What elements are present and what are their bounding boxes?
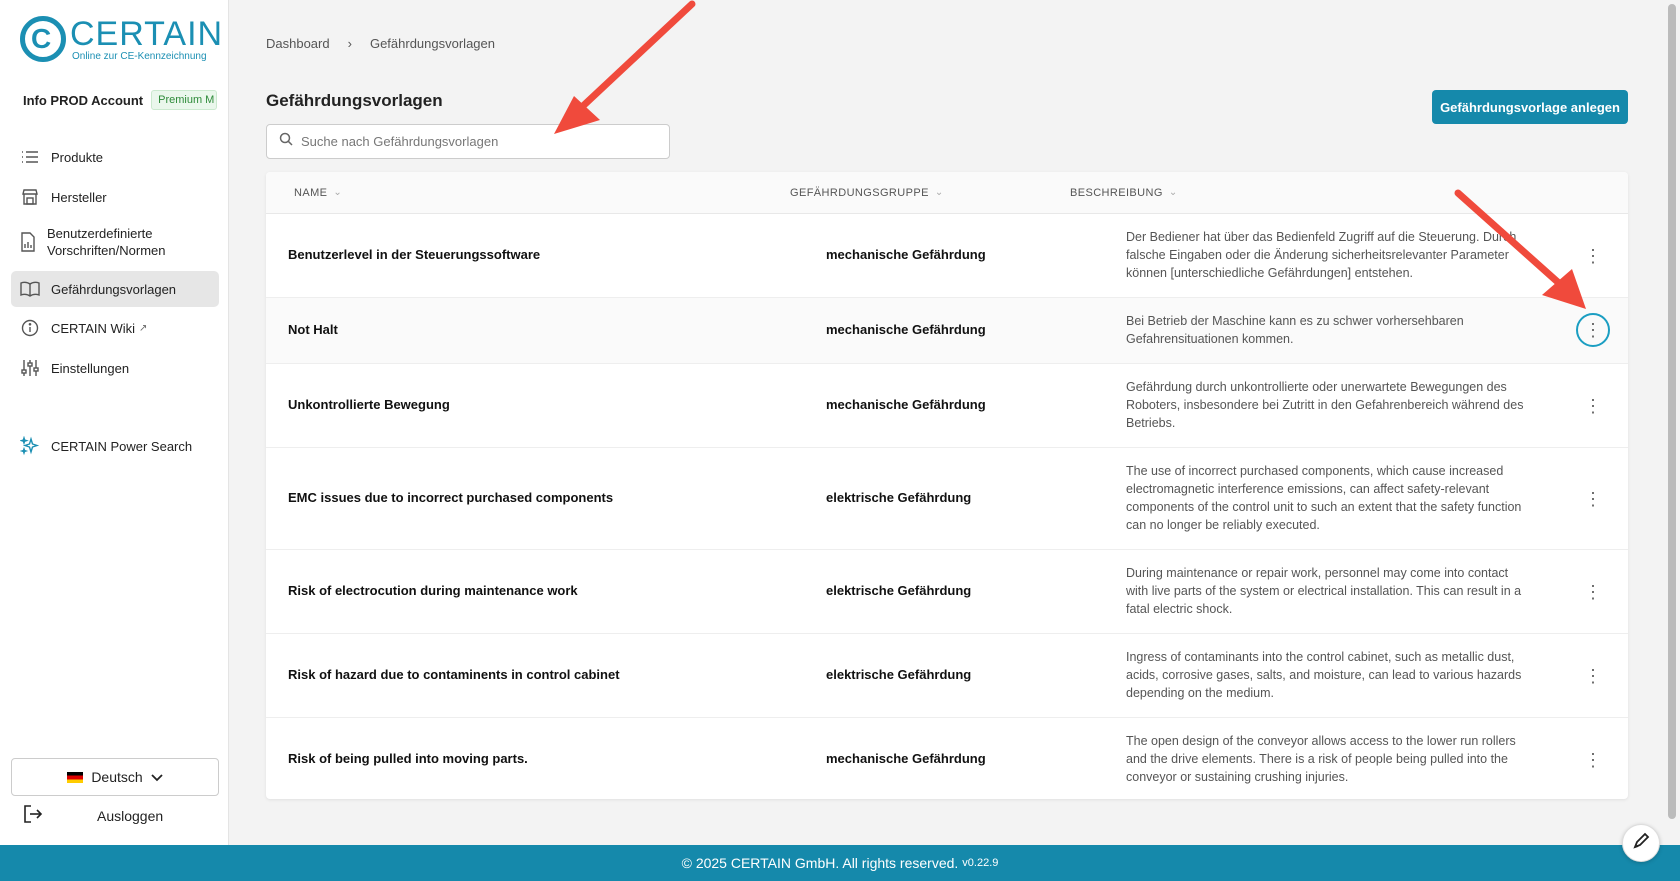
breadcrumb: Dashboard › Gefährdungsvorlagen <box>266 36 495 51</box>
row-menu-icon[interactable]: ⋮ <box>1576 482 1610 516</box>
list-icon <box>20 147 40 167</box>
feedback-button[interactable] <box>1622 824 1660 862</box>
table-row[interactable]: EMC issues due to incorrect purchased co… <box>266 448 1628 550</box>
document-icon <box>20 232 36 252</box>
store-icon <box>20 187 40 207</box>
language-label: Deutsch <box>91 769 143 785</box>
account-info: Info PROD Account Premium M <box>23 90 218 110</box>
footer-version: v0.22.9 <box>962 857 999 869</box>
sidebar-item-produkte[interactable]: Produkte <box>11 138 219 176</box>
row-description: Ingress of contaminants into the control… <box>1126 650 1522 700</box>
sidebar-item-vorschriften[interactable]: Benutzerdefinierte Vorschriften/Normen <box>11 218 219 266</box>
page-scrollbar[interactable] <box>1668 4 1676 819</box>
book-icon <box>20 279 40 299</box>
sidebar-item-hersteller[interactable]: Hersteller <box>11 178 219 216</box>
sidebar-item-gefaehrdungsvorlagen[interactable]: Gefährdungsvorlagen <box>11 271 219 307</box>
column-label: NAME <box>294 186 328 199</box>
account-name: Info PROD Account <box>23 92 144 108</box>
sidebar: CERTAIN Online zur CE-Kennzeichnung Info… <box>0 0 229 845</box>
table-row[interactable]: Risk of hazard due to contaminents in co… <box>266 634 1628 718</box>
row-menu-icon[interactable]: ⋮ <box>1576 313 1610 347</box>
pen-icon <box>1631 831 1651 856</box>
table-header: NAME ⌄ GEFÄHRDUNGSGRUPPE ⌄ BESCHREIBUNG … <box>266 172 1628 214</box>
breadcrumb-separator-icon: › <box>347 36 352 51</box>
brand-name: CERTAIN <box>70 14 224 53</box>
search-input[interactable] <box>301 134 641 149</box>
breadcrumb-dashboard[interactable]: Dashboard <box>266 36 330 51</box>
row-group: elektrische Gefährdung <box>826 490 972 505</box>
table-row[interactable]: Unkontrollierte Bewegung mechanische Gef… <box>266 364 1628 448</box>
row-description: Der Bediener hat über das Bedienfeld Zug… <box>1126 230 1517 280</box>
row-group: mechanische Gefährdung <box>826 322 986 337</box>
column-label: GEFÄHRDUNGSGRUPPE <box>790 186 929 199</box>
sidebar-item-label: Einstellungen <box>51 360 130 376</box>
row-group: elektrische Gefährdung <box>826 667 972 682</box>
german-flag-icon <box>67 771 84 783</box>
certain-logo[interactable]: CERTAIN Online zur CE-Kennzeichnung <box>20 16 223 62</box>
row-description: During maintenance or repair work, perso… <box>1126 566 1522 616</box>
chevron-down-icon <box>151 769 163 785</box>
logo-mark-icon <box>20 16 66 62</box>
plan-badge: Premium M <box>151 90 218 110</box>
create-template-button[interactable]: Gefährdungsvorlage anlegen <box>1432 90 1628 124</box>
row-name: Not Halt <box>288 322 338 337</box>
sidebar-item-label: Produkte <box>51 149 104 165</box>
logout-label: Ausloggen <box>97 807 164 824</box>
sidebar-item-label: CERTAIN Wiki <box>51 320 136 336</box>
row-description: The open design of the conveyor allows a… <box>1126 734 1516 784</box>
sidebar-item-power-search[interactable]: CERTAIN Power Search <box>11 427 219 465</box>
external-link-icon: ↗ <box>139 322 148 334</box>
sort-chevron-icon: ⌄ <box>934 187 944 198</box>
row-menu-icon[interactable]: ⋮ <box>1576 239 1610 273</box>
column-header-group[interactable]: GEFÄHRDUNGSGRUPPE ⌄ <box>790 187 944 199</box>
sliders-icon <box>20 358 40 378</box>
row-name: Benutzerlevel in der Steuerungssoftware <box>288 247 541 262</box>
sidebar-item-label: CERTAIN Power Search <box>51 438 193 454</box>
breadcrumb-current: Gefährdungsvorlagen <box>369 36 495 51</box>
column-label: BESCHREIBUNG <box>1070 186 1163 199</box>
sidebar-item-label: Hersteller <box>51 189 107 205</box>
row-menu-icon[interactable]: ⋮ <box>1576 743 1610 777</box>
row-group: mechanische Gefährdung <box>826 751 986 766</box>
language-select[interactable]: Deutsch <box>11 758 219 796</box>
row-name: Risk of hazard due to contaminents in co… <box>288 667 620 682</box>
row-group: mechanische Gefährdung <box>826 247 986 262</box>
row-description: Gefährdung durch unkontrollierte oder un… <box>1126 380 1524 430</box>
row-menu-icon[interactable]: ⋮ <box>1576 659 1610 693</box>
sidebar-nav: Produkte Hersteller Benutzerdefinierte V… <box>11 138 219 465</box>
table-row[interactable]: Risk of being pulled into moving parts. … <box>266 718 1628 799</box>
table-row[interactable]: Not Halt mechanische Gefährdung Bei Betr… <box>266 298 1628 364</box>
footer-copyright: © 2025 CERTAIN GmbH. All rights reserved… <box>681 855 959 871</box>
row-name: Unkontrollierte Bewegung <box>288 397 450 412</box>
logout-button[interactable]: Ausloggen <box>23 805 163 826</box>
search-icon <box>279 132 293 151</box>
column-header-description[interactable]: BESCHREIBUNG ⌄ <box>1070 187 1178 199</box>
row-group: elektrische Gefährdung <box>826 583 972 598</box>
sidebar-item-certain-wiki[interactable]: CERTAIN Wiki ↗ <box>11 309 219 347</box>
row-group: mechanische Gefährdung <box>826 397 986 412</box>
brand-tagline: Online zur CE-Kennzeichnung <box>72 50 207 62</box>
templates-table: NAME ⌄ GEFÄHRDUNGSGRUPPE ⌄ BESCHREIBUNG … <box>266 172 1628 799</box>
sidebar-item-label: Benutzerdefinierte Vorschriften/Normen <box>47 226 166 258</box>
row-description: The use of incorrect purchased component… <box>1126 464 1522 532</box>
row-menu-icon[interactable]: ⋮ <box>1576 389 1610 423</box>
row-name: Risk of electrocution during maintenance… <box>288 583 578 598</box>
column-header-name[interactable]: NAME ⌄ <box>294 187 342 199</box>
row-name: Risk of being pulled into moving parts. <box>288 751 528 766</box>
row-name: EMC issues due to incorrect purchased co… <box>288 490 614 505</box>
table-row[interactable]: Benutzerlevel in der Steuerungssoftware … <box>266 214 1628 298</box>
page-title: Gefährdungsvorlagen <box>266 91 443 110</box>
sidebar-item-einstellungen[interactable]: Einstellungen <box>11 349 219 387</box>
row-description: Bei Betrieb der Maschine kann es zu schw… <box>1126 314 1464 346</box>
sort-chevron-icon: ⌄ <box>333 187 343 198</box>
sort-chevron-icon: ⌄ <box>1168 187 1178 198</box>
search-field[interactable] <box>266 124 670 159</box>
footer: © 2025 CERTAIN GmbH. All rights reserved… <box>0 845 1680 881</box>
logout-icon <box>23 805 43 826</box>
info-icon <box>20 318 40 338</box>
table-row[interactable]: Risk of electrocution during maintenance… <box>266 550 1628 634</box>
row-menu-icon[interactable]: ⋮ <box>1576 575 1610 609</box>
sparkle-icon <box>20 436 40 456</box>
sidebar-item-label: Gefährdungsvorlagen <box>51 281 177 297</box>
